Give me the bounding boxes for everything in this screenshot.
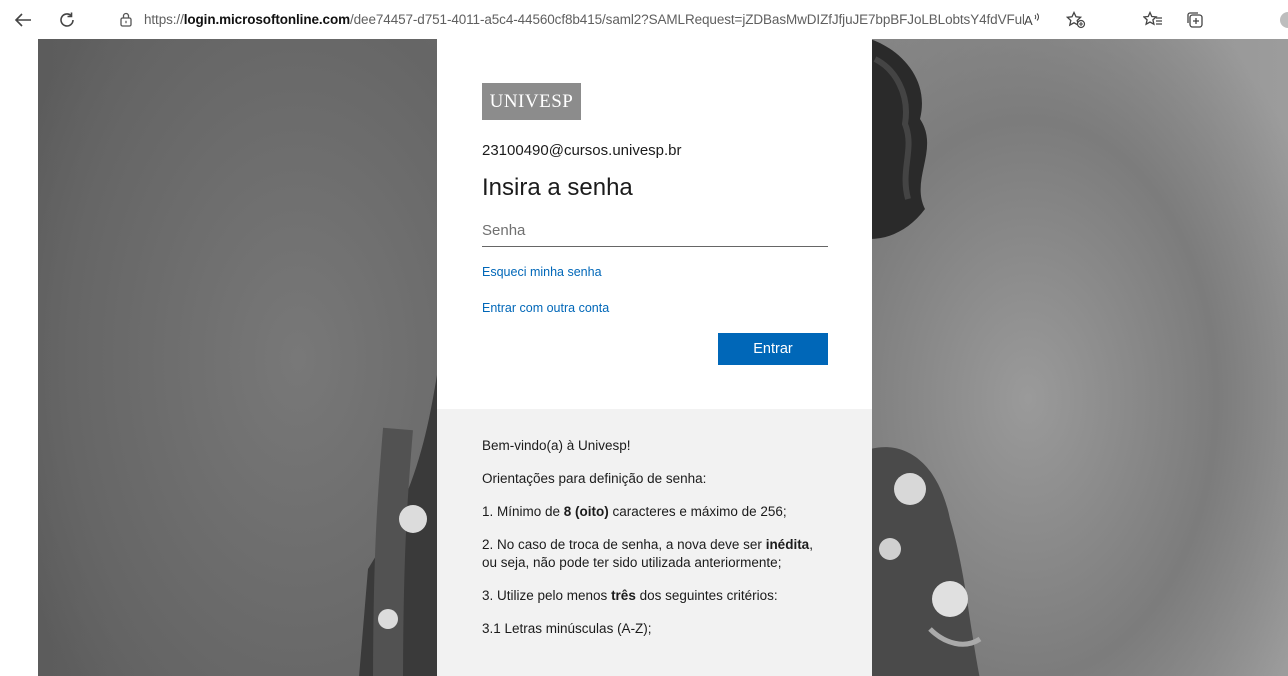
back-arrow-icon[interactable]	[10, 8, 36, 32]
rule-3-1: 3.1 Letras minúsculas (A-Z);	[482, 621, 652, 636]
sign-in-card: UNI V ESP 23100490@cursos.univesp.br Insir…	[437, 39, 872, 676]
background-arm-left	[359, 369, 448, 676]
collections-icon[interactable]	[1182, 8, 1208, 32]
rule-1: 1. Mínimo de 8 (oito) caracteres e máxim…	[482, 504, 787, 519]
password-guidelines-panel: Bem-vindo(a) à Univesp! Orientações para…	[437, 409, 872, 676]
background-hair-shape	[870, 39, 928, 239]
read-aloud-icon[interactable]: A	[1020, 8, 1046, 32]
svg-text:A: A	[1024, 13, 1033, 28]
sign-in-button[interactable]: Entrar	[718, 333, 828, 365]
forgot-password-link[interactable]: Esqueci minha senha	[482, 265, 602, 279]
rule-2: 2. No caso de troca de senha, a nova dev…	[482, 537, 813, 570]
account-email: 23100490@cursos.univesp.br	[482, 142, 682, 159]
rule-3: 3. Utilize pelo menos três dos seguintes…	[482, 588, 778, 603]
page-info-icon[interactable]	[118, 12, 134, 28]
page-title: Insira a senha	[482, 174, 633, 201]
password-form: UNI V ESP 23100490@cursos.univesp.br Insir…	[437, 39, 872, 409]
guidelines-title: Orientações para definição de senha:	[482, 471, 707, 486]
profile-icon[interactable]	[1280, 12, 1288, 28]
password-input[interactable]	[482, 218, 828, 247]
welcome-text: Bem-vindo(a) à Univesp!	[482, 438, 631, 453]
add-favorite-icon[interactable]	[1063, 8, 1089, 32]
univesp-logo: UNI V ESP	[482, 83, 581, 120]
background-arm-right	[870, 447, 982, 676]
browser-toolbar: https://login.microsoftonline.com/dee744…	[0, 0, 1288, 39]
refresh-icon[interactable]	[54, 8, 80, 32]
sign-in-other-account-link[interactable]: Entrar com outra conta	[482, 301, 609, 315]
url-text: https://login.microsoftonline.com/dee744…	[144, 12, 1024, 27]
favorites-icon[interactable]	[1140, 8, 1166, 32]
guidelines-text: Bem-vindo(a) à Univesp! Orientações para…	[482, 437, 827, 638]
